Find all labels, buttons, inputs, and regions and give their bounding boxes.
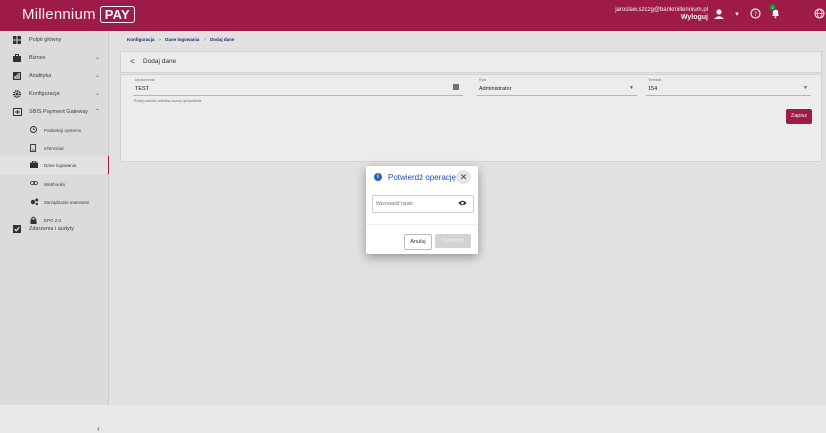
dialog-title: Potwierdź operację [388,173,457,182]
password-input[interactable] [376,199,456,208]
confirm-operation-dialog: i Potwierdź operację ✕ Anuluj Potwierdź [366,166,478,254]
cancel-button[interactable]: Anuluj [404,234,432,250]
dialog-divider [366,224,478,225]
password-field[interactable] [372,195,474,213]
collapse-sidebar-icon[interactable]: ‹ [97,424,100,433]
close-button[interactable]: ✕ [456,170,471,184]
info-icon: i [374,173,382,181]
confirm-button[interactable]: Potwierdź [435,234,471,248]
eye-icon[interactable] [458,200,467,208]
